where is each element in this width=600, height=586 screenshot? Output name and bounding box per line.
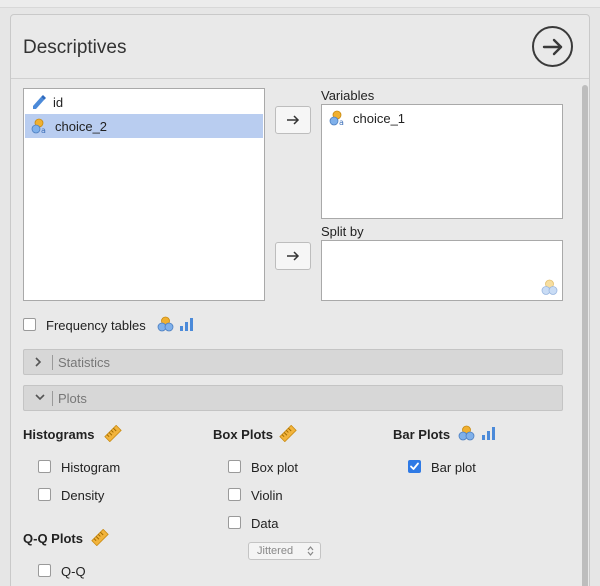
histograms-group-title: Histograms <box>23 427 95 442</box>
scrollbar-thumb[interactable] <box>582 85 588 586</box>
nominal-variable-hint-icon <box>541 279 558 295</box>
bar-plots-group-title: Bar Plots <box>393 427 451 442</box>
box-plot-checkbox[interactable] <box>228 460 241 473</box>
data-mode-value: Jittered <box>257 545 294 557</box>
svg-text:a: a <box>339 118 344 126</box>
section-title: Plots <box>58 391 87 406</box>
split-by-label: Split by <box>321 224 364 239</box>
arrow-right-icon <box>287 251 300 261</box>
data-checkbox[interactable] <box>228 516 241 529</box>
go-button[interactable] <box>532 26 573 67</box>
histogram-checkbox[interactable] <box>38 460 51 473</box>
list-item[interactable]: id <box>25 90 263 114</box>
select-arrows-icon <box>307 546 314 556</box>
svg-text:a: a <box>41 126 46 134</box>
source-variable-list[interactable]: id a choice_2 <box>23 88 265 301</box>
bar-plot-checkbox[interactable] <box>408 460 421 473</box>
histogram-label: Histogram <box>61 460 121 475</box>
plots-section-header[interactable]: Plots <box>23 385 563 411</box>
data-mode-select[interactable]: Jittered <box>248 542 321 560</box>
continuous-variable-icon <box>33 95 46 109</box>
violin-label: Violin <box>251 488 283 503</box>
arrow-right-icon <box>542 38 562 55</box>
frequency-tables-checkbox[interactable] <box>23 318 36 331</box>
move-to-split-by-button[interactable] <box>275 242 311 270</box>
data-label: Data <box>251 516 279 531</box>
ruler-icon <box>91 529 109 546</box>
section-separator <box>52 391 53 406</box>
nominal-variable-icon <box>458 425 475 441</box>
ruler-icon <box>279 425 297 442</box>
variables-list[interactable]: a choice_1 <box>321 104 563 219</box>
list-item-label: choice_1 <box>353 110 406 126</box>
qq-label: Q-Q <box>61 564 86 579</box>
density-label: Density <box>61 488 105 503</box>
checkmark-icon <box>410 462 419 470</box>
variables-label: Variables <box>321 88 375 103</box>
ordinal-variable-icon <box>180 318 193 331</box>
scrollbar[interactable] <box>580 81 590 586</box>
move-to-variables-button[interactable] <box>275 106 311 134</box>
bar-plot-label: Bar plot <box>431 460 476 475</box>
qq-plots-group-title: Q-Q Plots <box>23 531 83 546</box>
window-top-strip <box>0 0 600 8</box>
density-checkbox[interactable] <box>38 488 51 501</box>
box-plots-group-title: Box Plots <box>213 427 273 442</box>
panel-header: Descriptives <box>11 15 589 79</box>
statistics-section-header[interactable]: Statistics <box>23 349 563 375</box>
nominal-text-variable-icon: a <box>31 118 46 134</box>
frequency-tables-label: Frequency tables <box>46 318 146 333</box>
chevron-right-icon <box>35 357 42 367</box>
chevron-down-icon <box>35 394 45 401</box>
split-by-list[interactable] <box>321 240 563 301</box>
violin-checkbox[interactable] <box>228 488 241 501</box>
arrow-right-icon <box>287 115 300 125</box>
list-item[interactable]: a choice_1 <box>323 106 561 130</box>
list-item-label: id <box>53 94 64 110</box>
section-title: Statistics <box>58 355 111 370</box>
list-item-label: choice_2 <box>55 118 108 134</box>
ordinal-variable-icon <box>482 427 495 440</box>
ruler-icon <box>104 425 122 442</box>
box-plot-label: Box plot <box>251 460 298 475</box>
nominal-text-variable-icon: a <box>329 110 344 126</box>
list-item[interactable]: a choice_2 <box>25 114 263 138</box>
section-separator <box>52 355 53 370</box>
page-title: Descriptives <box>23 37 127 58</box>
nominal-variable-icon <box>157 316 174 332</box>
qq-checkbox[interactable] <box>38 564 51 577</box>
